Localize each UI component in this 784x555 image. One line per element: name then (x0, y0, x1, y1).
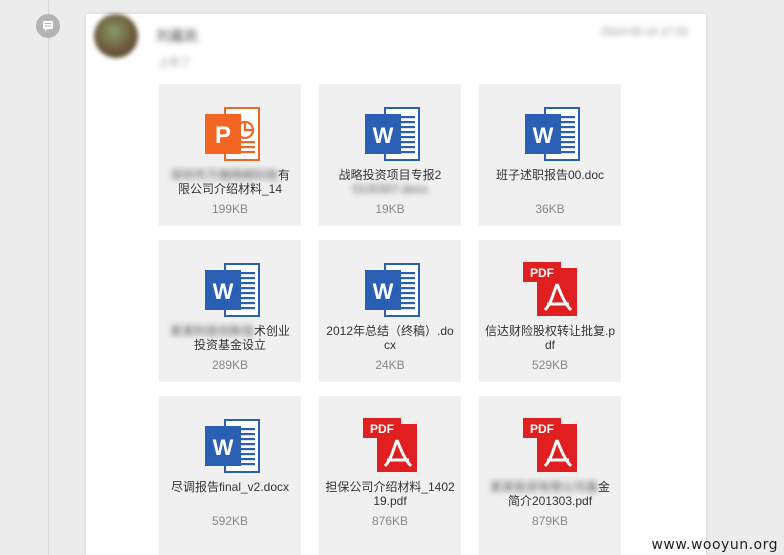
file-name-text: 2012年总结（终稿）.docx (326, 324, 454, 352)
word-icon: W (359, 104, 423, 164)
file-name: 某某科技创新技术创业投资基金设立 (165, 324, 295, 352)
comment-icon (36, 14, 60, 38)
file-tile[interactable]: W 某某科技创新技术创业投资基金设立 289KB (159, 240, 301, 382)
svg-text:PDF: PDF (370, 422, 394, 436)
file-tile[interactable]: PDF 担保公司介绍材料_140219.pdf 876KB (319, 396, 461, 538)
svg-text:W: W (373, 123, 394, 148)
file-size: 592KB (211, 514, 249, 528)
file-name: 某某投资有限公司基金简介201303.pdf (485, 480, 615, 508)
file-name-text: 担保公司介绍材料_140219.pdf (325, 480, 455, 508)
file-name-text: 尽调报告final_v2.docx (170, 480, 290, 494)
file-grid: P 深圳市万维网络科技有限公司介绍材料_14 199KB W 战略投资项目专报2 0… (159, 84, 621, 538)
file-tile[interactable]: P 深圳市万维网络科技有限公司介绍材料_14 199KB (159, 84, 301, 226)
word-icon: W (199, 260, 263, 320)
file-size: 876KB (371, 514, 409, 528)
file-name-redacted: 0130307.docx (352, 182, 428, 196)
pdf-icon: PDF (519, 260, 583, 320)
svg-text:W: W (533, 123, 554, 148)
file-name-redacted: 某某科技创新技 (169, 324, 254, 338)
timestamp: 2014-03-14 17:23 (601, 26, 688, 38)
file-tile-partial[interactable] (479, 537, 621, 555)
watermark: www.wooyun.org (651, 537, 778, 553)
file-name-redacted: 深圳市万维网络科技 (169, 168, 278, 182)
pdf-icon: PDF (359, 416, 423, 476)
file-name: 信达财险股权转让批复.pdf (485, 324, 615, 352)
file-tile[interactable]: PDF 信达财险股权转让批复.pdf 529KB (479, 240, 621, 382)
svg-text:PDF: PDF (530, 422, 554, 436)
file-name: 2012年总结（终稿）.docx (325, 324, 455, 352)
file-size: 199KB (211, 202, 249, 216)
post-subline: 上传了 (158, 57, 191, 69)
file-name: 尽调报告final_v2.docx (165, 480, 295, 494)
file-name-text: 信达财险股权转让批复.pdf (485, 324, 616, 352)
pdf-icon: PDF (519, 416, 583, 476)
file-size: 24KB (375, 358, 405, 372)
file-tile[interactable]: W 战略投资项目专报2 0130307.docx 19KB (319, 84, 461, 226)
svg-text:P: P (215, 122, 231, 149)
avatar[interactable] (94, 14, 138, 58)
word-icon: W (359, 260, 423, 320)
word-icon: W (199, 416, 263, 476)
file-tile-partial[interactable] (159, 537, 301, 555)
file-size: 529KB (531, 358, 569, 372)
powerpoint-icon: P (199, 84, 263, 164)
file-name-redacted: 某某投资有限公司基 (489, 480, 598, 494)
file-tile[interactable]: W 2012年总结（终稿）.docx 24KB (319, 240, 461, 382)
file-name: 担保公司介绍材料_140219.pdf (325, 480, 455, 508)
file-name: 班子述职报告00.doc (485, 168, 615, 182)
file-tile[interactable]: PDF 某某投资有限公司基金简介201303.pdf 879KB (479, 396, 621, 538)
svg-text:W: W (213, 435, 234, 460)
file-size: 19KB (375, 202, 405, 216)
file-name-text: 战略投资项目专报2 (338, 168, 442, 182)
file-name-text: 班子述职报告00.doc (495, 168, 605, 182)
username[interactable]: 刘嘉凯 (156, 26, 198, 46)
file-tile[interactable]: W 尽调报告final_v2.docx 592KB (159, 396, 301, 538)
file-size: 289KB (211, 358, 249, 372)
file-tile-partial[interactable] (319, 537, 461, 555)
file-name: 深圳市万维网络科技有限公司介绍材料_14 (165, 168, 295, 196)
svg-text:W: W (213, 279, 234, 304)
file-size: 879KB (531, 514, 569, 528)
file-size: 36KB (535, 202, 565, 216)
post-card: 刘嘉凯 2014-03-14 17:23 上传了 P 深圳市万维网络科技有限公司… (86, 14, 706, 555)
word-icon: W (519, 104, 583, 164)
file-name: 战略投资项目专报2 0130307.docx (325, 168, 455, 196)
svg-text:W: W (373, 279, 394, 304)
timeline-line (48, 0, 49, 555)
file-tile[interactable]: W 班子述职报告00.doc 36KB (479, 84, 621, 226)
svg-text:PDF: PDF (530, 266, 554, 280)
